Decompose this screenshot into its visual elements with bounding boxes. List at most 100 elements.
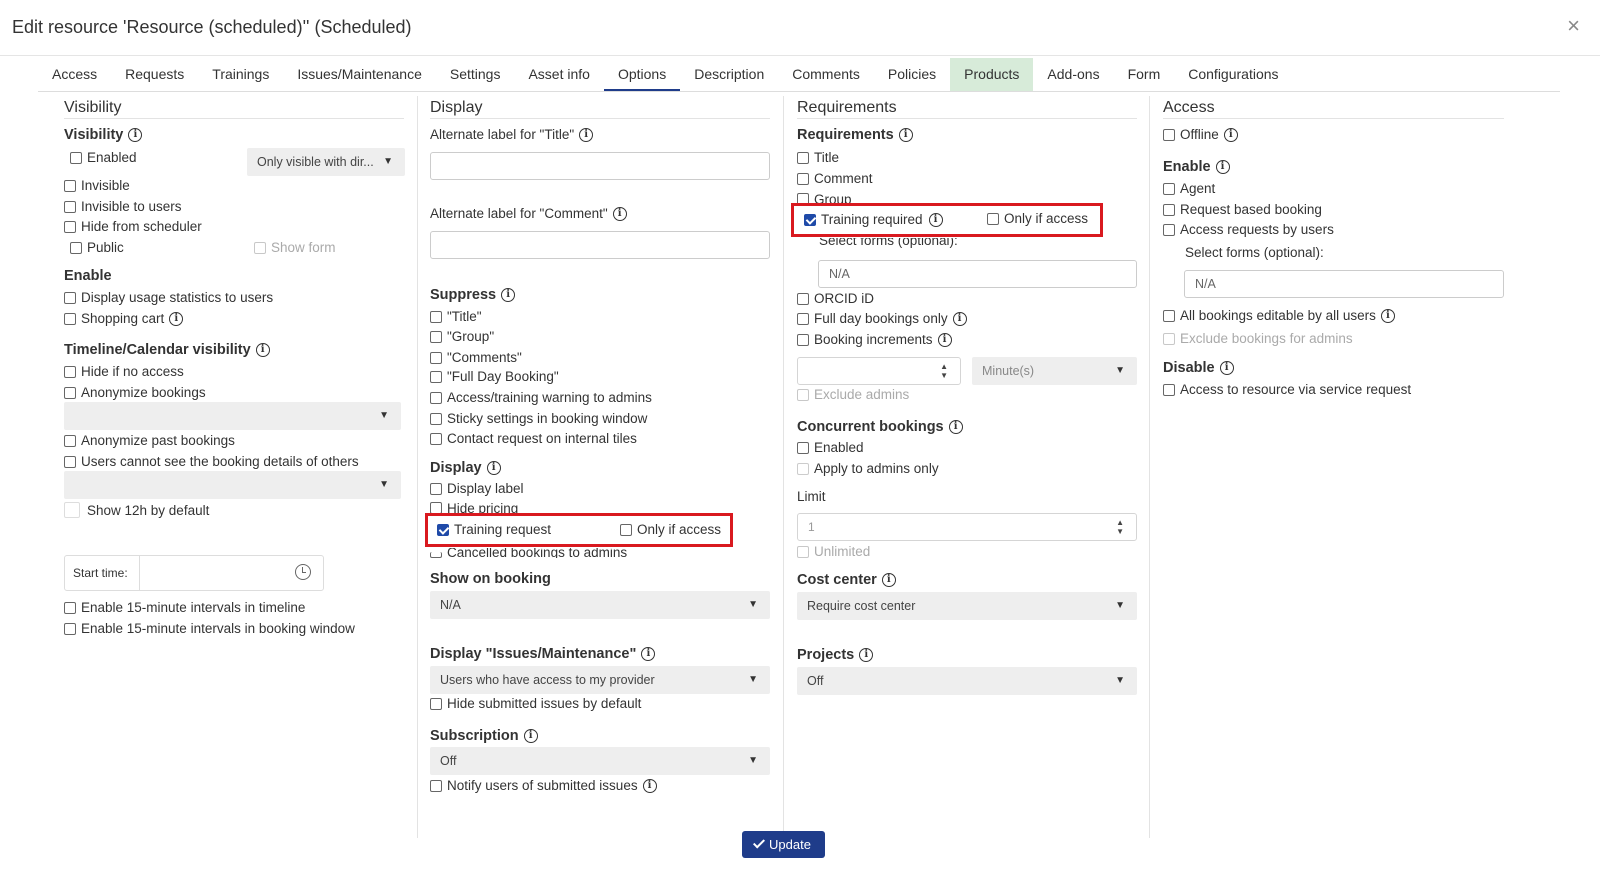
visibility-mode-select[interactable]: Only visible with dir... ▼ bbox=[247, 148, 405, 176]
checkbox-box[interactable] bbox=[797, 172, 809, 185]
spinner-arrows-icon[interactable]: ▲ ▼ bbox=[940, 362, 948, 380]
checkbox-box[interactable] bbox=[64, 312, 76, 325]
suppress-title-checkbox[interactable]: "Title" bbox=[430, 309, 482, 324]
info-icon[interactable]: i bbox=[1219, 361, 1234, 375]
checkbox-box[interactable] bbox=[430, 552, 442, 558]
projects-select[interactable]: Off ▼ bbox=[797, 667, 1137, 695]
checkbox-box[interactable] bbox=[987, 212, 999, 225]
checkbox-box[interactable] bbox=[64, 601, 76, 614]
unlimited-checkbox[interactable]: Unlimited bbox=[797, 544, 870, 559]
checkbox-box[interactable] bbox=[430, 351, 442, 364]
tab-products[interactable]: Products bbox=[950, 58, 1034, 91]
info-icon[interactable]: i bbox=[523, 729, 538, 743]
cost-center-select[interactable]: Require cost center ▼ bbox=[797, 592, 1137, 620]
checkbox-box[interactable] bbox=[64, 291, 76, 304]
show-on-booking-select[interactable]: N/A ▼ bbox=[430, 591, 770, 619]
require-group-checkbox[interactable]: Group bbox=[797, 192, 852, 203]
anonymize-bookings-select[interactable]: ▼ bbox=[64, 402, 401, 430]
checkbox-box[interactable] bbox=[430, 391, 442, 404]
info-icon[interactable]: i bbox=[1380, 308, 1395, 323]
invisible-checkbox[interactable]: Invisible bbox=[64, 178, 130, 193]
alt-comment-input[interactable] bbox=[430, 231, 770, 259]
checkbox-box[interactable] bbox=[430, 412, 442, 425]
checkbox-box[interactable] bbox=[797, 545, 809, 558]
cancelled-bookings-checkbox[interactable]: Cancelled bookings to admins bbox=[430, 548, 627, 558]
tab-settings[interactable]: Settings bbox=[436, 58, 515, 91]
info-icon[interactable]: i bbox=[641, 647, 656, 661]
checkbox-box[interactable] bbox=[70, 151, 82, 164]
checkbox-box[interactable] bbox=[64, 220, 76, 233]
checkbox-box[interactable] bbox=[1163, 223, 1175, 236]
info-icon[interactable]: i bbox=[928, 212, 943, 227]
sticky-settings-checkbox[interactable]: Sticky settings in booking window bbox=[430, 411, 647, 426]
show-form-checkbox[interactable]: Show form bbox=[254, 240, 336, 255]
agent-checkbox[interactable]: Agent bbox=[1163, 181, 1215, 196]
exclude-admins-checkbox[interactable]: Exclude admins bbox=[797, 387, 909, 402]
checkbox-box[interactable] bbox=[64, 179, 76, 192]
info-icon[interactable]: i bbox=[948, 420, 963, 434]
checkbox-box[interactable] bbox=[430, 330, 442, 343]
clock-icon[interactable] bbox=[295, 564, 311, 580]
info-icon[interactable]: i bbox=[486, 461, 501, 475]
checkbox-box[interactable] bbox=[1163, 383, 1175, 396]
checkbox-box[interactable] bbox=[797, 333, 809, 346]
hide-if-no-access-checkbox[interactable]: Hide if no access bbox=[64, 364, 184, 379]
tab-trainings[interactable]: Trainings bbox=[198, 58, 283, 91]
training-required-checkbox[interactable]: Training required i bbox=[804, 212, 943, 227]
checkbox-box[interactable] bbox=[437, 523, 449, 536]
checkbox-box[interactable] bbox=[430, 779, 442, 792]
tab-policies[interactable]: Policies bbox=[874, 58, 950, 91]
suppress-comments-checkbox[interactable]: "Comments" bbox=[430, 350, 522, 365]
checkbox-box[interactable] bbox=[64, 455, 76, 468]
hide-from-scheduler-checkbox[interactable]: Hide from scheduler bbox=[64, 219, 202, 234]
checkbox-box[interactable] bbox=[1163, 332, 1175, 345]
checkbox-box[interactable] bbox=[1163, 309, 1175, 322]
enable-15-min-booking-checkbox[interactable]: Enable 15-minute intervals in booking wi… bbox=[64, 621, 355, 636]
info-icon[interactable]: i bbox=[1215, 160, 1230, 174]
checkbox-box[interactable] bbox=[64, 365, 76, 378]
notify-users-checkbox[interactable]: Notify users of submitted issues i bbox=[430, 778, 657, 793]
display-issues-select[interactable]: Users who have access to my provider ▼ bbox=[430, 666, 770, 694]
checkbox-box[interactable] bbox=[804, 213, 816, 226]
hide-pricing-checkbox[interactable]: Hide pricing bbox=[430, 501, 518, 513]
checkbox-box[interactable] bbox=[430, 432, 442, 445]
start-time-input-group[interactable]: Start time: bbox=[64, 555, 324, 591]
info-icon[interactable]: i bbox=[579, 127, 594, 142]
shopping-cart-checkbox[interactable]: Shopping cart i bbox=[64, 311, 184, 326]
contact-request-checkbox[interactable]: Contact request on internal tiles bbox=[430, 431, 637, 446]
offline-checkbox[interactable]: Offline i bbox=[1163, 127, 1238, 142]
tab-description[interactable]: Description bbox=[680, 58, 778, 91]
anonymize-past-bookings-checkbox[interactable]: Anonymize past bookings bbox=[64, 433, 235, 448]
info-icon[interactable]: i bbox=[937, 332, 952, 347]
checkbox-box[interactable] bbox=[430, 370, 442, 383]
apply-to-admins-checkbox[interactable]: Apply to admins only bbox=[797, 461, 939, 476]
checkbox-box[interactable] bbox=[797, 151, 809, 164]
info-icon[interactable]: i bbox=[255, 343, 270, 357]
checkbox-box[interactable] bbox=[1163, 128, 1175, 141]
booking-increments-checkbox[interactable]: Booking increments i bbox=[797, 332, 952, 347]
select-forms-input[interactable]: N/A bbox=[818, 260, 1137, 288]
orcid-checkbox[interactable]: ORCID iD bbox=[797, 291, 874, 306]
require-comment-checkbox[interactable]: Comment bbox=[797, 171, 873, 186]
training-request-checkbox[interactable]: Training request bbox=[437, 522, 551, 537]
info-icon[interactable]: i bbox=[898, 128, 913, 142]
request-based-booking-checkbox[interactable]: Request based booking bbox=[1163, 202, 1322, 217]
info-icon[interactable]: i bbox=[612, 206, 627, 221]
display-label-checkbox[interactable]: Display label bbox=[430, 481, 524, 496]
limit-spinner[interactable]: 1 ▲ ▼ bbox=[797, 513, 1137, 541]
checkbox-box[interactable] bbox=[797, 193, 809, 203]
checkbox-box[interactable] bbox=[64, 434, 76, 447]
tab-access[interactable]: Access bbox=[38, 58, 111, 91]
checkbox-box[interactable] bbox=[430, 310, 442, 323]
invisible-to-users-checkbox[interactable]: Invisible to users bbox=[64, 199, 182, 214]
update-button[interactable]: Update bbox=[742, 831, 825, 858]
checkbox-box[interactable] bbox=[797, 388, 809, 401]
booking-details-select[interactable]: ▼ bbox=[64, 471, 401, 499]
show-12h-checkbox[interactable]: Show 12h by default bbox=[64, 502, 209, 518]
info-icon[interactable]: i bbox=[128, 128, 143, 142]
tab-requests[interactable]: Requests bbox=[111, 58, 198, 91]
checkbox-box[interactable] bbox=[64, 386, 76, 399]
suppress-full-day-checkbox[interactable]: "Full Day Booking" bbox=[430, 369, 559, 384]
checkbox-box[interactable] bbox=[1163, 182, 1175, 195]
close-icon[interactable]: × bbox=[1567, 14, 1580, 38]
